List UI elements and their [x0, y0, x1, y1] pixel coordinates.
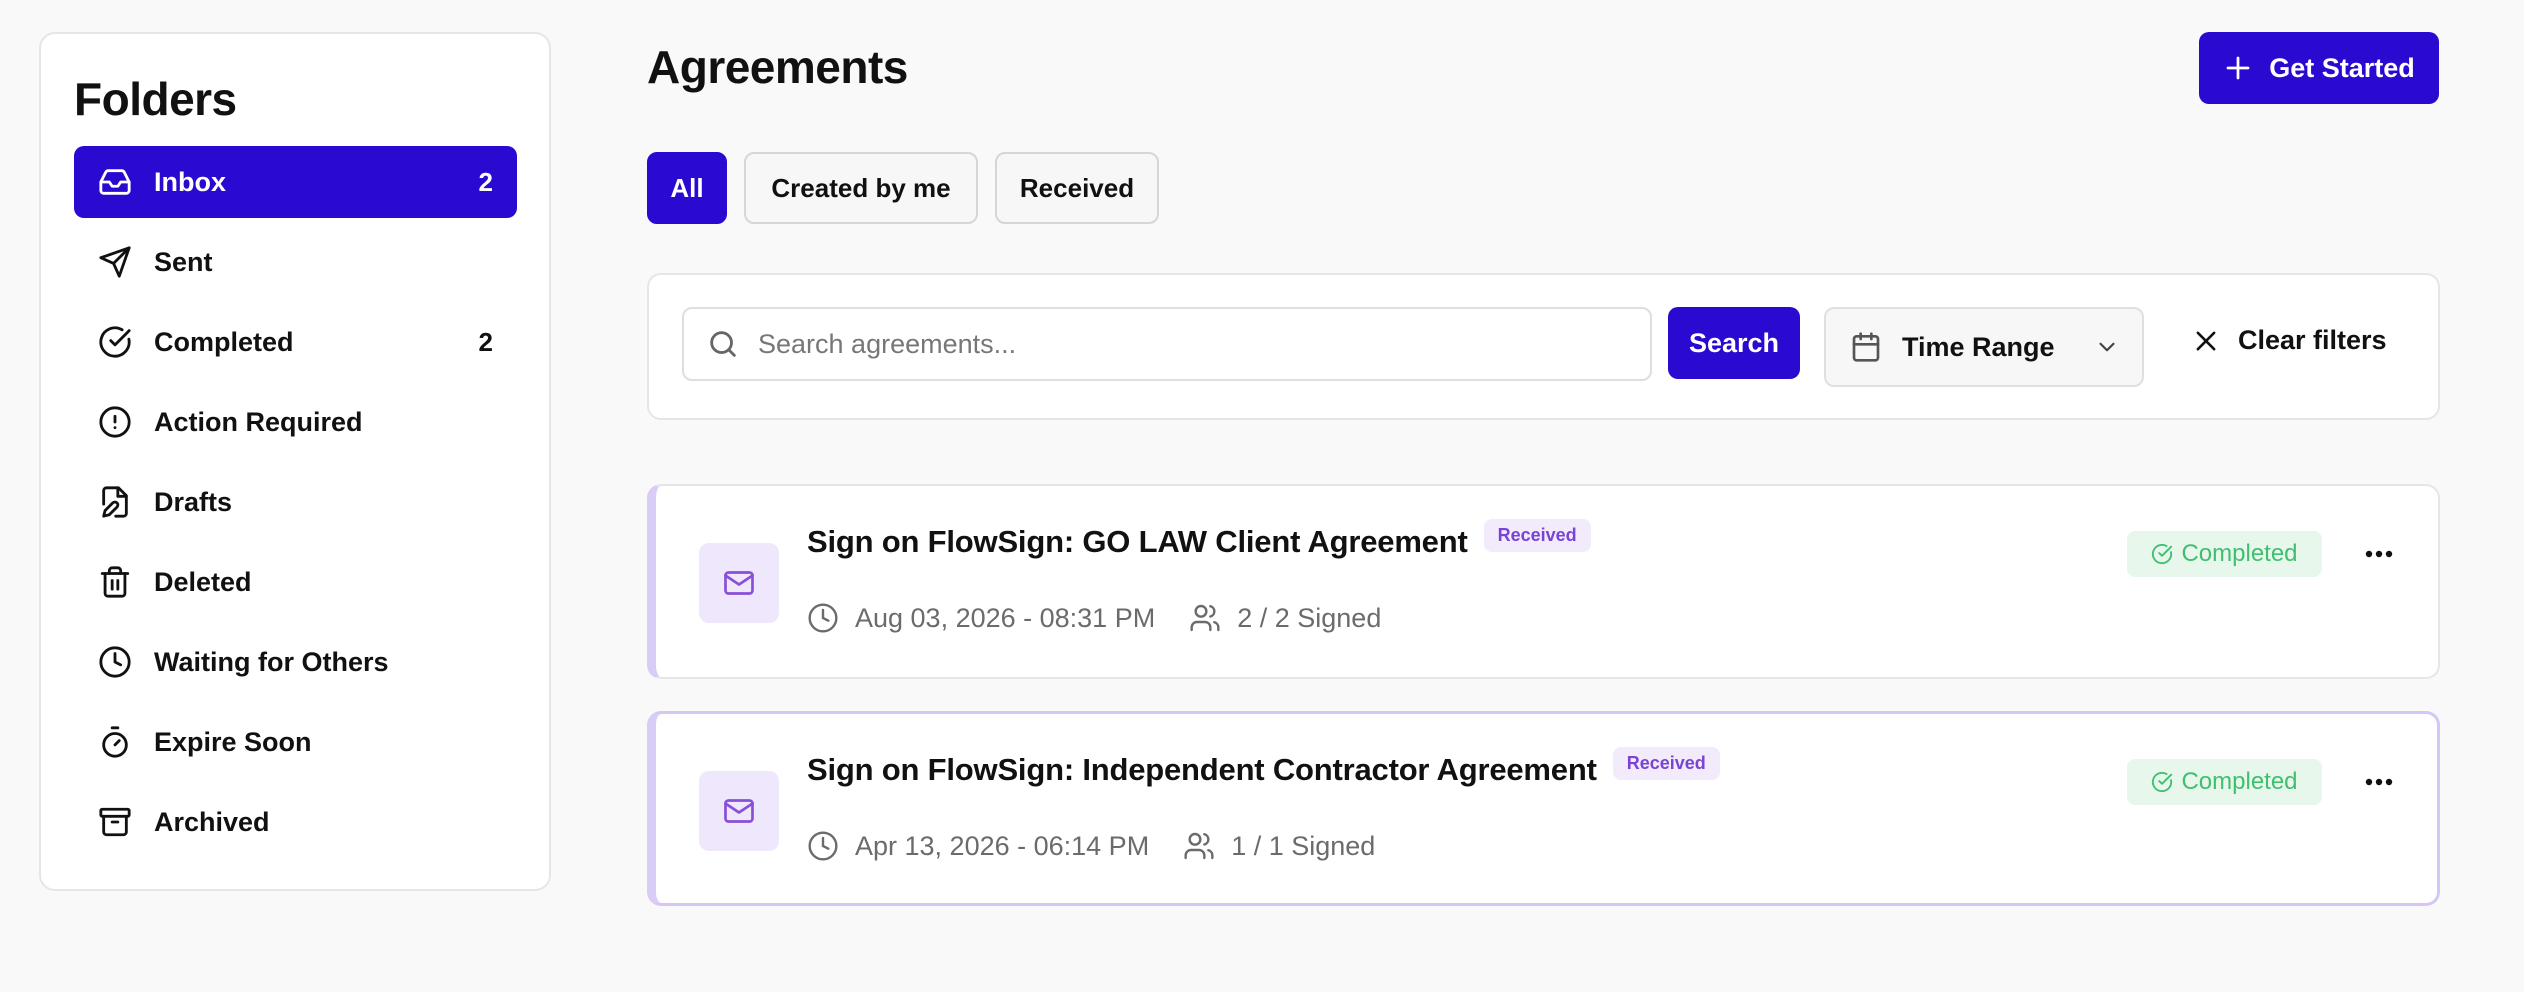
clock-icon — [98, 645, 132, 679]
close-icon — [2192, 327, 2238, 355]
clock-icon — [807, 602, 839, 634]
sidebar-item-action-required[interactable]: Action Required — [74, 386, 517, 458]
file-edit-icon — [98, 485, 132, 519]
alert-circle-icon — [98, 405, 132, 439]
send-icon — [98, 245, 132, 279]
agreement-card[interactable]: Sign on FlowSign: GO LAW Client Agreemen… — [647, 484, 2440, 679]
folder-list: Inbox 2 Sent Completed 2 Action Required — [74, 146, 517, 866]
sidebar-item-deleted[interactable]: Deleted — [74, 546, 517, 618]
sidebar-item-label: Waiting for Others — [154, 646, 389, 677]
more-options-icon[interactable] — [2354, 764, 2404, 800]
received-badge: Received — [1483, 518, 1591, 552]
more-options-icon[interactable] — [2354, 536, 2404, 572]
tab-received[interactable]: Received — [995, 152, 1159, 224]
sidebar-title: Folders — [74, 73, 237, 125]
sidebar-item-label: Archived — [154, 806, 270, 837]
timer-icon — [98, 725, 132, 759]
time-range-select[interactable]: Time Range — [1824, 307, 2144, 387]
get-started-button[interactable]: Get Started — [2199, 32, 2439, 104]
check-circle-icon — [98, 325, 132, 359]
get-started-label: Get Started — [2269, 52, 2415, 83]
agreement-card[interactable]: Sign on FlowSign: Independent Contractor… — [647, 711, 2440, 906]
clock-icon — [807, 830, 839, 862]
sidebar-item-label: Sent — [154, 246, 213, 277]
sidebar-item-waiting-for-others[interactable]: Waiting for Others — [74, 626, 517, 698]
mail-icon — [699, 543, 779, 623]
calendar-icon — [1850, 331, 1882, 363]
tab-created-by-me[interactable]: Created by me — [744, 152, 978, 224]
check-circle-icon — [2151, 771, 2181, 793]
agreement-date: Aug 03, 2026 - 08:31 PM — [855, 602, 1156, 633]
folders-sidebar: Folders Inbox 2 Sent Completed 2 Action … — [39, 32, 551, 891]
agreement-title[interactable]: Sign on FlowSign: GO LAW Client Agreemen… — [807, 524, 1468, 560]
users-icon — [1189, 602, 1221, 634]
search-field[interactable] — [682, 307, 1652, 381]
search-input[interactable] — [758, 328, 1650, 360]
sidebar-item-label: Inbox — [154, 166, 226, 197]
agreement-signed-count: 2 / 2 Signed — [1237, 602, 1382, 633]
clear-filters-label: Clear filters — [2238, 325, 2387, 355]
status-badge: Completed — [2127, 531, 2322, 577]
agreement-tabs: All Created by me Received — [647, 152, 1159, 224]
sidebar-item-completed[interactable]: Completed 2 — [74, 306, 517, 378]
inbox-icon — [98, 165, 132, 199]
status-label: Completed — [2181, 768, 2298, 795]
sidebar-item-inbox[interactable]: Inbox 2 — [74, 146, 517, 218]
agreement-meta: Apr 13, 2026 - 06:14 PM 1 / 1 Signed — [807, 830, 1375, 862]
tab-all[interactable]: All — [647, 152, 727, 224]
sidebar-item-label: Drafts — [154, 486, 233, 517]
search-icon — [706, 327, 758, 361]
time-range-label: Time Range — [1902, 331, 2055, 362]
agreement-title-row: Sign on FlowSign: Independent Contractor… — [807, 746, 1720, 788]
search-button[interactable]: Search — [1668, 307, 1800, 379]
sidebar-item-count: 2 — [478, 166, 493, 197]
agreement-signed-count: 1 / 1 Signed — [1231, 830, 1376, 861]
sidebar-item-drafts[interactable]: Drafts — [74, 466, 517, 538]
sidebar-item-label: Completed — [154, 326, 294, 357]
sidebar-item-sent[interactable]: Sent — [74, 226, 517, 298]
status-label: Completed — [2181, 540, 2298, 567]
clear-filters-button[interactable]: Clear filters — [2192, 325, 2387, 356]
mail-icon — [699, 771, 779, 851]
agreement-title-row: Sign on FlowSign: GO LAW Client Agreemen… — [807, 518, 1591, 560]
agreement-title[interactable]: Sign on FlowSign: Independent Contractor… — [807, 752, 1597, 788]
agreement-meta: Aug 03, 2026 - 08:31 PM 2 / 2 Signed — [807, 602, 1381, 634]
check-circle-icon — [2151, 543, 2181, 565]
sidebar-item-expire-soon[interactable]: Expire Soon — [74, 706, 517, 778]
sidebar-item-label: Expire Soon — [154, 726, 312, 757]
agreement-date: Apr 13, 2026 - 06:14 PM — [855, 830, 1150, 861]
page-title: Agreements — [647, 41, 908, 93]
sidebar-item-archived[interactable]: Archived — [74, 786, 517, 858]
sidebar-item-label: Action Required — [154, 406, 363, 437]
received-badge: Received — [1612, 746, 1720, 780]
archive-icon — [98, 805, 132, 839]
chevron-down-icon — [2094, 334, 2120, 360]
plus-icon — [2223, 53, 2269, 83]
sidebar-item-label: Deleted — [154, 566, 252, 597]
filter-bar: Search Time Range Clear filters — [647, 273, 2440, 420]
status-badge: Completed — [2127, 759, 2322, 805]
trash-icon — [98, 565, 132, 599]
users-icon — [1183, 830, 1215, 862]
sidebar-item-count: 2 — [478, 326, 493, 357]
